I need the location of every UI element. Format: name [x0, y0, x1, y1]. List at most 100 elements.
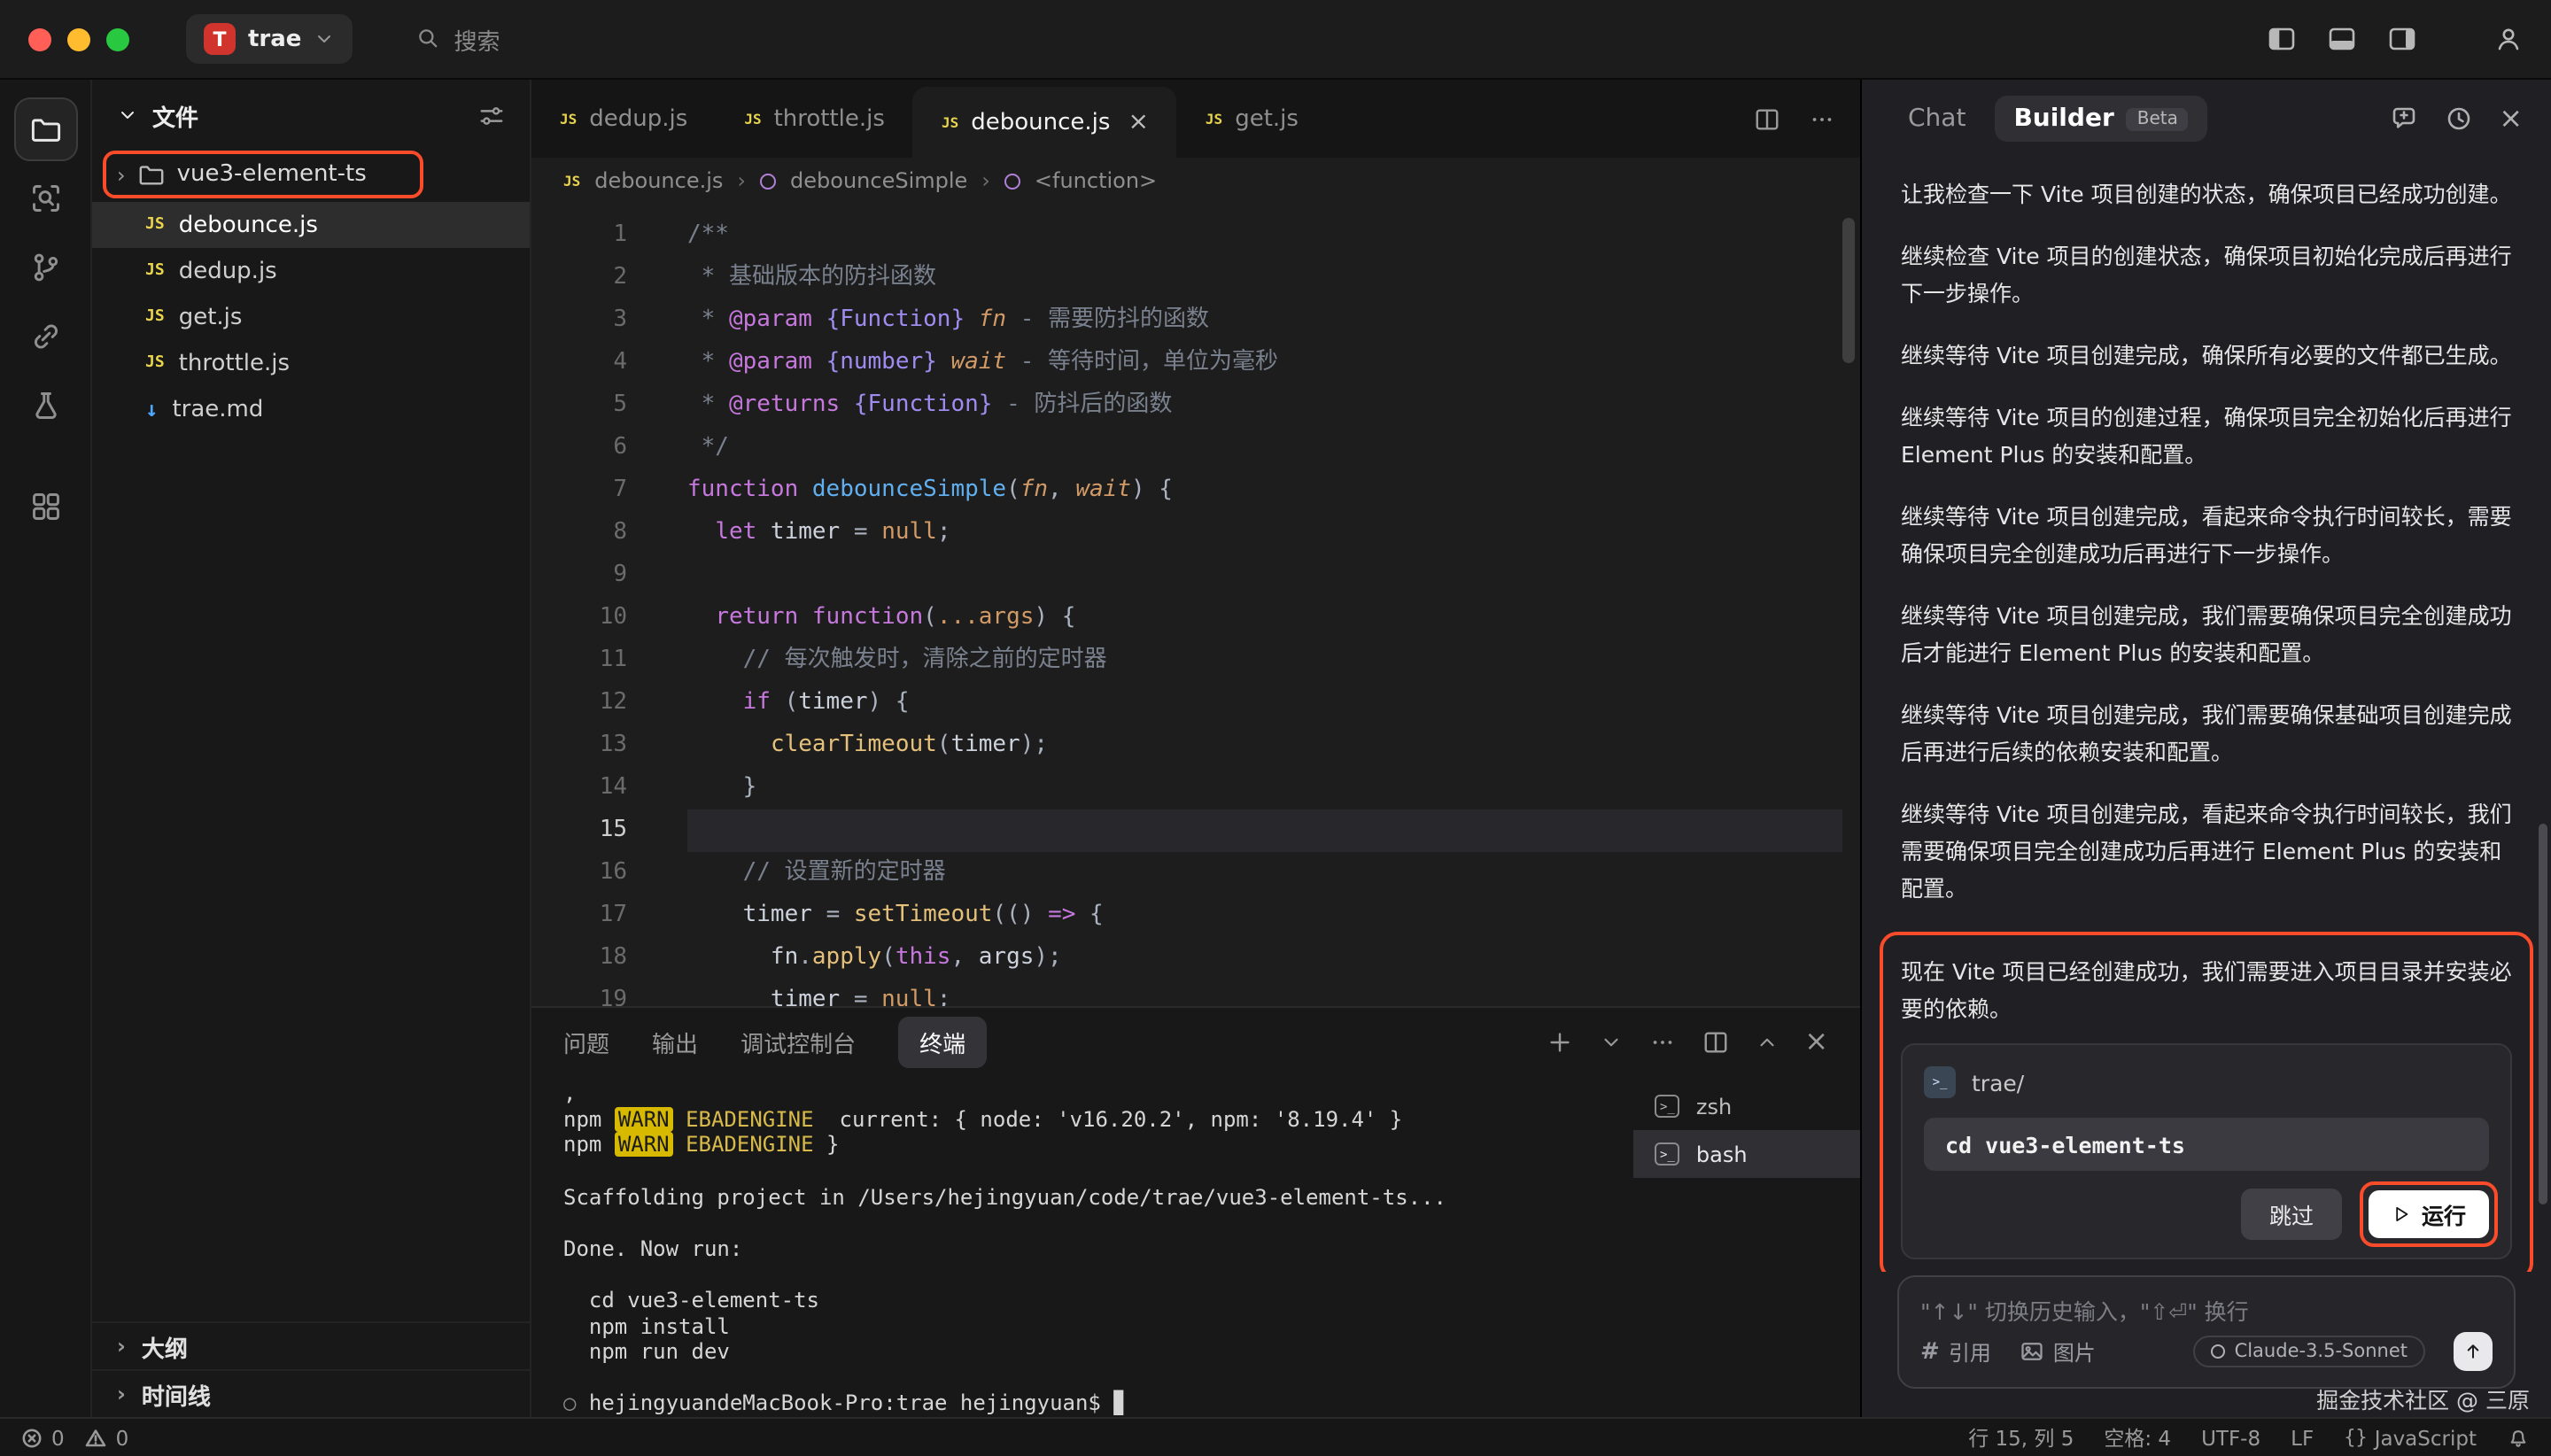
activity-search-button[interactable] — [13, 167, 77, 230]
command-cwd-row: >_ trae/ — [1924, 1063, 2489, 1102]
project-switcher[interactable]: T trae — [186, 14, 353, 64]
chevron-right-icon: › — [981, 168, 990, 193]
folder-item-vue3-element-ts[interactable]: › vue3-element-ts — [110, 156, 374, 193]
problems-status[interactable]: 0 0 — [21, 1425, 141, 1450]
toggle-right-sidebar-icon[interactable] — [2388, 25, 2416, 53]
editor-tab-dedup.js[interactable]: JSdedup.js — [531, 80, 716, 158]
editor-tab-throttle.js[interactable]: JSthrottle.js — [716, 80, 913, 158]
editor-tab-get.js[interactable]: JSget.js — [1177, 80, 1327, 158]
language-label: JavaScript — [2375, 1425, 2477, 1450]
close-panel-icon[interactable]: × — [1804, 1028, 1828, 1057]
file-item-get.js[interactable]: JSget.js — [92, 294, 530, 340]
javascript-file-icon: JS — [563, 173, 580, 189]
close-tab-icon[interactable]: × — [1128, 108, 1148, 136]
encoding-setting[interactable]: UTF-8 — [2201, 1425, 2260, 1450]
editor-scrollbar[interactable] — [1842, 218, 1855, 363]
explorer-actions-icon[interactable] — [478, 102, 505, 128]
model-selector[interactable]: Claude-3.5-Sonnet — [2194, 1336, 2425, 1367]
file-item-throttle.js[interactable]: JSthrottle.js — [92, 340, 530, 386]
activity-test-button[interactable] — [13, 374, 77, 438]
file-item-dedup.js[interactable]: JSdedup.js — [92, 248, 530, 294]
terminal-line — [563, 1211, 1633, 1236]
ai-chat-panel: Chat Builder Beta × 让我检查一下 Vite 项目创建的状态，… — [1860, 80, 2551, 1417]
markdown-file-icon: ↓ — [145, 397, 158, 422]
breadcrumb-item[interactable]: <function> — [1035, 168, 1157, 193]
file-item-trae.md[interactable]: ↓trae.md — [92, 386, 530, 432]
activity-explorer-button[interactable] — [13, 97, 77, 161]
chat-message-list[interactable]: 让我检查一下 Vite 项目创建的状态，确保项目已经成功创建。继续检查 Vite… — [1862, 158, 2551, 1272]
editor-tab-debounce.js[interactable]: JSdebounce.js× — [913, 87, 1177, 158]
explorer-sidebar: 文件 › vue3-element-ts JSdebounce.jsJSdedu… — [92, 80, 531, 1417]
reference-label: 引用 — [1949, 1336, 1991, 1367]
skip-button[interactable]: 跳过 — [2241, 1189, 2342, 1240]
minimize-window-button[interactable] — [67, 27, 90, 50]
breadcrumb-item[interactable]: debounceSimple — [790, 168, 967, 193]
chat-message: 继续检查 Vite 项目的创建状态，确保项目初始化完成后再进行下一步操作。 — [1901, 237, 2512, 312]
breadcrumb-item[interactable]: debounce.js — [594, 168, 723, 193]
activity-references-button[interactable] — [13, 305, 77, 368]
split-editor-icon[interactable] — [1754, 105, 1780, 132]
reference-button[interactable]: # 引用 — [1920, 1336, 1991, 1367]
panel-tab-problems[interactable]: 问题 — [563, 1026, 609, 1059]
eol-setting[interactable]: LF — [2291, 1425, 2314, 1450]
panel-tab-debug-console[interactable]: 调试控制台 — [740, 1026, 856, 1059]
indentation-setting[interactable]: 空格: 4 — [2104, 1423, 2171, 1452]
terminal-output[interactable]: ,npm WARN EBADENGINE current: { node: 'v… — [531, 1076, 1633, 1417]
file-item-debounce.js[interactable]: JSdebounce.js — [92, 202, 530, 248]
chat-scrollbar[interactable] — [2539, 824, 2547, 1204]
terminal-line: ○ hejingyuandeMacBook-Pro:trae hejingyua… — [563, 1391, 1633, 1417]
tab-builder[interactable]: Builder Beta — [1994, 96, 2207, 142]
notifications-bell-icon[interactable] — [2507, 1426, 2530, 1449]
explorer-header[interactable]: 文件 — [92, 80, 530, 151]
close-chat-icon[interactable]: × — [2499, 105, 2523, 133]
close-window-button[interactable] — [28, 27, 51, 50]
panel-tab-terminal[interactable]: 终端 — [898, 1017, 987, 1068]
line-number: 7 — [531, 469, 634, 512]
terminal-dropdown-icon[interactable] — [1599, 1031, 1622, 1054]
titlebar: T trae 搜索 — [0, 0, 2551, 80]
line-number: 3 — [531, 299, 634, 342]
zoom-window-button[interactable] — [106, 27, 129, 50]
send-button[interactable] — [2454, 1332, 2493, 1371]
attach-image-button[interactable]: 图片 — [2020, 1336, 2096, 1367]
symbol-icon — [760, 173, 776, 189]
cursor-position[interactable]: 行 15, 列 5 — [1968, 1423, 2074, 1452]
terminal-line: npm run dev — [563, 1339, 1633, 1365]
account-icon[interactable] — [2494, 25, 2523, 53]
outline-section[interactable]: › 大纲 — [92, 1321, 530, 1369]
global-search[interactable]: 搜索 — [416, 22, 500, 56]
chat-message: 继续等待 Vite 项目创建完成，我们需要确保基础项目创建完成后再进行后续的依赖… — [1901, 696, 2512, 771]
search-label: 搜索 — [454, 22, 500, 56]
toggle-bottom-panel-icon[interactable] — [2328, 25, 2356, 53]
new-terminal-icon[interactable] — [1546, 1029, 1572, 1056]
more-actions-icon[interactable] — [1648, 1029, 1675, 1056]
more-actions-icon[interactable] — [1809, 105, 1835, 132]
history-icon[interactable] — [2444, 105, 2472, 133]
activity-source-control-button[interactable] — [13, 236, 77, 299]
code-line: fn.apply(this, args); — [687, 937, 1860, 980]
chat-message: 让我检查一下 Vite 项目创建的状态，确保项目已经成功创建。 — [1901, 175, 2512, 213]
tab-chat[interactable]: Chat — [1890, 96, 1983, 142]
model-icon — [2212, 1344, 2226, 1359]
terminal-session-zsh[interactable]: >_zsh — [1633, 1083, 1860, 1131]
language-mode[interactable]: {} JavaScript — [2344, 1425, 2477, 1450]
panel-tab-output[interactable]: 输出 — [652, 1026, 698, 1059]
javascript-file-icon: JS — [145, 354, 165, 372]
explorer-title: 文件 — [152, 98, 198, 132]
activity-extensions-button[interactable] — [13, 475, 77, 538]
code-editor[interactable]: 12345678910111213141516171819 /** * 基础版本… — [531, 204, 1860, 1007]
new-chat-icon[interactable] — [2389, 105, 2417, 133]
scan-search-icon — [29, 182, 61, 214]
timeline-section[interactable]: › 时间线 — [92, 1369, 530, 1417]
command-actions: 跳过 运行 — [1924, 1189, 2489, 1240]
terminal-session-bash[interactable]: >_bash — [1633, 1131, 1860, 1179]
command-text[interactable]: cd vue3-element-ts — [1924, 1118, 2489, 1171]
chat-input-box[interactable]: "↑↓" 切换历史输入，"⇧⏎" 换行 # 引用 图片 Claude-3.5-S… — [1897, 1275, 2516, 1389]
chevron-right-icon: › — [117, 1382, 126, 1406]
toggle-left-sidebar-icon[interactable] — [2268, 25, 2296, 53]
maximize-panel-icon[interactable] — [1755, 1031, 1778, 1054]
chat-message: 现在 Vite 项目已经创建成功，我们需要进入项目目录并安装必要的依赖。 — [1901, 953, 2512, 1027]
code-line — [687, 554, 1860, 597]
split-terminal-icon[interactable] — [1702, 1029, 1728, 1056]
run-button[interactable]: 运行 — [2369, 1190, 2489, 1238]
